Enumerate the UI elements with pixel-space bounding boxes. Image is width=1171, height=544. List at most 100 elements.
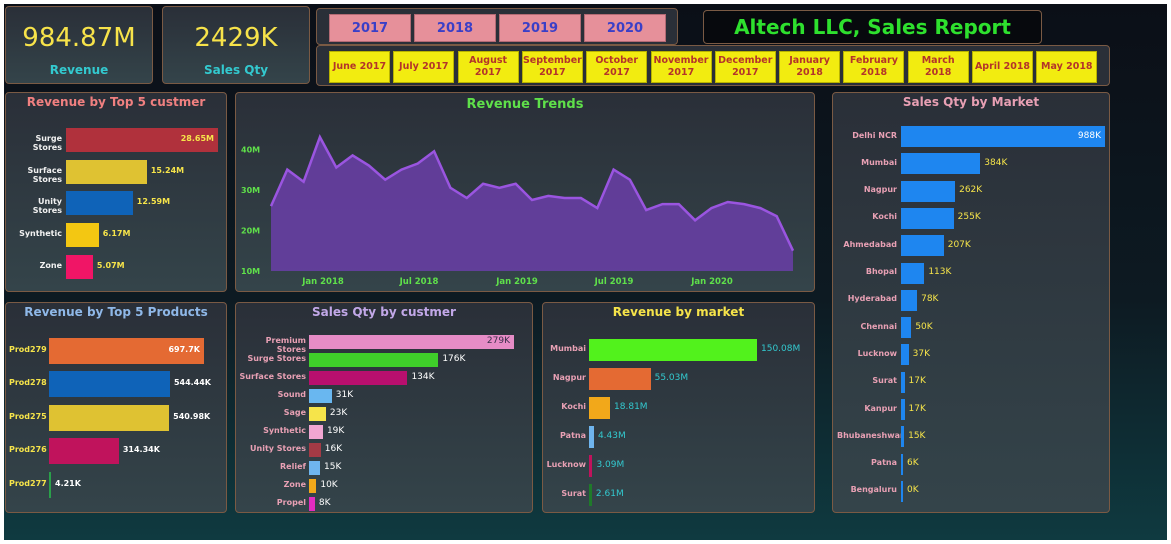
bar[interactable] bbox=[66, 159, 147, 184]
bar[interactable] bbox=[589, 455, 593, 477]
bar[interactable] bbox=[589, 426, 594, 448]
category-label: Zone bbox=[283, 480, 306, 489]
bar[interactable] bbox=[49, 404, 170, 431]
bar[interactable] bbox=[309, 389, 332, 403]
bar[interactable] bbox=[309, 407, 326, 421]
sales-qty-kpi-card: 2429K Sales Qty bbox=[162, 6, 310, 84]
bar[interactable] bbox=[901, 453, 903, 475]
month-button[interactable]: August 2017 bbox=[457, 51, 519, 83]
month-button[interactable]: January 2018 bbox=[779, 51, 841, 83]
x-tick-label: Jul 2019 bbox=[594, 277, 634, 287]
bar[interactable] bbox=[309, 443, 321, 457]
bar[interactable] bbox=[309, 371, 408, 385]
bar[interactable] bbox=[589, 339, 757, 361]
bar[interactable] bbox=[66, 191, 133, 216]
data-label: 15K bbox=[908, 430, 926, 441]
data-label: 262K bbox=[959, 185, 983, 196]
data-label: 279K bbox=[486, 336, 510, 346]
revenue-kpi-value: 984.87M bbox=[22, 23, 136, 53]
month-button[interactable]: October 2017 bbox=[586, 51, 648, 83]
data-label: 17K bbox=[908, 403, 926, 414]
sales-qty-market-title: Sales Qty by Market bbox=[902, 95, 1040, 109]
month-button[interactable]: May 2018 bbox=[1036, 51, 1098, 83]
data-label: 6.17M bbox=[102, 229, 131, 239]
sales-qty-kpi-label: Sales Qty bbox=[203, 63, 269, 77]
category-label: Unity Stores bbox=[32, 197, 62, 216]
data-label: 16K bbox=[324, 444, 343, 454]
data-label: 4.43M bbox=[597, 431, 626, 441]
category-label: Bhopal bbox=[865, 267, 897, 276]
data-label: 78K bbox=[921, 294, 939, 305]
data-label: 15.24M bbox=[150, 165, 185, 175]
data-label: 28.65M bbox=[180, 134, 214, 143]
bar[interactable] bbox=[309, 479, 317, 493]
bar[interactable] bbox=[66, 223, 99, 248]
bar[interactable] bbox=[66, 254, 93, 279]
bar[interactable] bbox=[901, 480, 903, 502]
bar[interactable] bbox=[901, 180, 956, 202]
year-button-2019[interactable]: 2019 bbox=[499, 14, 581, 42]
category-label: Nagpur bbox=[863, 185, 897, 195]
month-button[interactable]: November 2017 bbox=[650, 51, 712, 83]
bar[interactable] bbox=[49, 471, 51, 498]
category-label: Bhubaneshwar bbox=[837, 430, 904, 440]
bar[interactable] bbox=[901, 344, 909, 366]
year-button-2017[interactable]: 2017 bbox=[329, 14, 411, 42]
bar[interactable] bbox=[589, 484, 592, 506]
bar[interactable] bbox=[901, 371, 905, 393]
bar[interactable] bbox=[901, 399, 905, 420]
month-button[interactable]: July 2017 bbox=[393, 51, 455, 83]
month-button[interactable]: February 2018 bbox=[843, 51, 905, 83]
year-slicer: 2017 2018 2019 2020 bbox=[316, 8, 678, 45]
year-button-2020[interactable]: 2020 bbox=[584, 14, 666, 42]
bar[interactable] bbox=[309, 353, 439, 367]
revenue-kpi-card: 984.87M Revenue bbox=[5, 6, 153, 84]
category-label: Zone bbox=[39, 260, 62, 270]
data-label: 113K bbox=[928, 267, 952, 277]
category-label: Mumbai bbox=[550, 344, 586, 353]
bar[interactable] bbox=[901, 207, 954, 229]
bar[interactable] bbox=[901, 426, 905, 448]
bar[interactable] bbox=[901, 289, 918, 311]
x-tick-label: Jan 2019 bbox=[495, 277, 538, 287]
sales-qty-kpi-value: 2429K bbox=[194, 23, 278, 53]
bar[interactable] bbox=[49, 438, 119, 465]
bar[interactable] bbox=[901, 153, 981, 175]
category-label: Surat bbox=[872, 376, 897, 386]
bar[interactable] bbox=[901, 235, 944, 257]
category-label: Synthetic bbox=[19, 229, 62, 239]
category-label: Prod279 bbox=[9, 345, 47, 354]
bar[interactable] bbox=[589, 397, 611, 419]
data-label: 314.34K bbox=[122, 445, 160, 455]
data-label: 4.21K bbox=[55, 478, 81, 488]
month-button[interactable]: March 2018 bbox=[907, 51, 969, 83]
bar[interactable] bbox=[49, 371, 170, 398]
category-label: Surat bbox=[561, 489, 586, 498]
year-button-2018[interactable]: 2018 bbox=[414, 14, 496, 42]
month-button[interactable]: April 2018 bbox=[972, 51, 1033, 83]
bar[interactable] bbox=[309, 425, 323, 439]
bar[interactable] bbox=[309, 497, 315, 511]
data-label: 12.59M bbox=[136, 197, 171, 207]
category-label: Nagpur bbox=[552, 373, 586, 382]
category-label: Lucknow bbox=[546, 460, 586, 469]
report-title: Altech LLC, Sales Report bbox=[703, 10, 1042, 44]
category-label: Premium Stores bbox=[265, 336, 306, 354]
y-tick-label: 40M bbox=[241, 145, 260, 154]
bar[interactable] bbox=[309, 461, 321, 475]
category-label: Sage bbox=[283, 408, 306, 417]
data-label: 988K bbox=[1077, 130, 1101, 141]
data-label: 3.09M bbox=[596, 460, 625, 470]
data-label: 19K bbox=[326, 426, 345, 436]
data-label: 17K bbox=[908, 376, 926, 387]
bar[interactable] bbox=[901, 262, 925, 284]
category-label: Patna bbox=[871, 458, 897, 468]
month-button[interactable]: September 2017 bbox=[521, 51, 583, 83]
month-button[interactable]: June 2017 bbox=[329, 51, 390, 83]
month-button[interactable]: December 2017 bbox=[714, 51, 776, 83]
category-label: Delhi NCR bbox=[852, 130, 897, 140]
category-label: Lucknow bbox=[857, 348, 897, 358]
bar[interactable] bbox=[589, 368, 651, 390]
bar[interactable] bbox=[901, 317, 912, 339]
month-button-label: November 2017 bbox=[653, 55, 709, 78]
